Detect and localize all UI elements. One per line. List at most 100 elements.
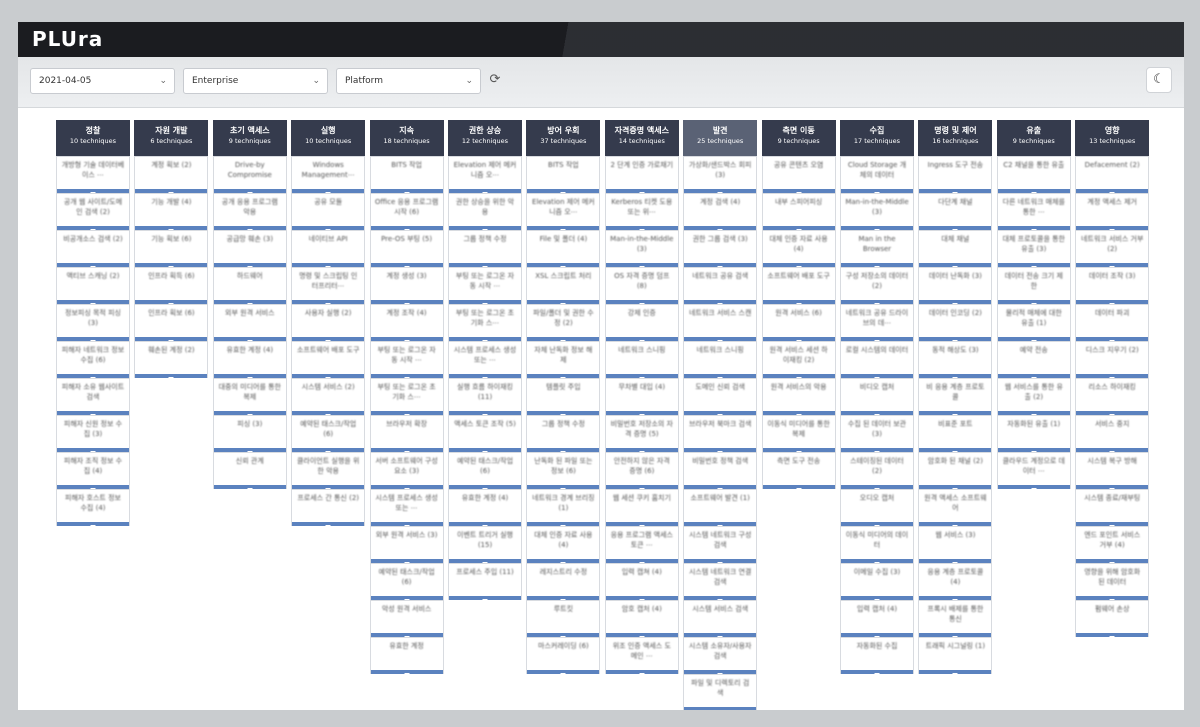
technique-cell[interactable]: 시스템 프로세스 생성 또는 ⋯ (448, 341, 522, 378)
technique-cell[interactable]: 액티브 스캐닝 (2) (56, 267, 130, 304)
technique-cell[interactable]: 비디오 캡처 (840, 378, 914, 415)
platform-select[interactable]: Platform ⌄ (336, 68, 481, 94)
technique-cell[interactable]: 암호화 된 채널 (2) (918, 452, 993, 489)
technique-cell[interactable]: 이동식 미디어의 데이터 (840, 526, 914, 563)
technique-cell[interactable]: 부팅 또는 로그온 자동 시작 ⋯ (448, 267, 522, 304)
technique-cell[interactable]: 원격 서비스 세션 하이재킹 (2) (761, 341, 836, 378)
technique-cell[interactable]: 로컬 시스템의 데이터 (840, 341, 914, 378)
technique-cell[interactable]: 피해자 호스트 정보 수집 (4) (56, 489, 130, 526)
technique-cell[interactable]: 실행 흐름 하이재킹 (11) (448, 378, 522, 415)
technique-cell[interactable]: 웹 세션 쿠키 훔치기 (604, 489, 679, 526)
technique-cell[interactable]: C2 채널을 통한 유출 (996, 156, 1071, 193)
technique-cell[interactable]: 자동화된 유출 (1) (996, 415, 1071, 452)
technique-cell[interactable]: 리소스 하이재킹 (1075, 378, 1150, 415)
technique-cell[interactable]: 2 단계 인증 가로채기 (604, 156, 679, 193)
technique-cell[interactable]: 물리적 매체에 대한 유출 (1) (996, 304, 1071, 341)
technique-cell[interactable]: 네트워크 서비스 거부 (2) (1075, 230, 1150, 267)
technique-cell[interactable]: 파일 및 디렉토리 검색 (683, 674, 758, 710)
technique-cell[interactable]: 웹 서비스 (3) (918, 526, 993, 563)
date-select[interactable]: 2021-04-05 ⌄ (30, 68, 175, 94)
technique-cell[interactable]: 클라우드 계정으로 데이터 ⋯ (996, 452, 1071, 489)
refresh-icon[interactable]: ⟳ (485, 70, 505, 90)
technique-cell[interactable]: 데이터 파괴 (1075, 304, 1150, 341)
technique-cell[interactable]: Office 응용 프로그램 시작 (6) (369, 193, 444, 230)
technique-cell[interactable]: 도메인 신뢰 검색 (683, 378, 758, 415)
technique-cell[interactable]: 비밀번호 정책 검색 (683, 452, 758, 489)
technique-cell[interactable]: 엔드 포인트 서비스 거부 (4) (1075, 526, 1150, 563)
technique-cell[interactable]: 프로세스 주입 (11) (448, 563, 522, 600)
technique-cell[interactable]: 네트워크 스니핑 (604, 341, 679, 378)
technique-cell[interactable]: 인프라 획보 (6) (134, 304, 209, 341)
technique-cell[interactable]: 액세스 토큰 조작 (5) (448, 415, 522, 452)
technique-cell[interactable]: 네이티브 API (291, 230, 366, 267)
technique-cell[interactable]: 루트킷 (526, 600, 601, 637)
technique-cell[interactable]: 수집 된 데이터 보관 (3) (840, 415, 914, 452)
tactic-header[interactable]: 초기 액세스 9 techniques (212, 120, 287, 156)
technique-cell[interactable]: XSL 스크립트 처리 (526, 267, 601, 304)
technique-cell[interactable]: 데이터 난독화 (3) (918, 267, 993, 304)
technique-cell[interactable]: 인프라 획득 (6) (134, 267, 209, 304)
tactic-header[interactable]: 지속 18 techniques (369, 120, 444, 156)
technique-cell[interactable]: 피싱 (3) (212, 415, 287, 452)
technique-cell[interactable]: 피해자 조직 정보 수집 (4) (56, 452, 130, 489)
technique-cell[interactable]: 대체 프로토콜을 통한 유출 (3) (996, 230, 1071, 267)
technique-cell[interactable]: Man-in-the-Middle (3) (604, 230, 679, 267)
technique-cell[interactable]: 원격 서비스 (6) (761, 304, 836, 341)
technique-cell[interactable]: 브라우저 확장 (369, 415, 444, 452)
technique-cell[interactable]: 소프트웨어 배포 도구 (761, 267, 836, 304)
tactic-header[interactable]: 측면 이동 9 techniques (761, 120, 836, 156)
technique-cell[interactable]: 명령 및 스크립팅 인터프리터⋯ (291, 267, 366, 304)
technique-cell[interactable]: Ingress 도구 전송 (918, 156, 993, 193)
technique-cell[interactable]: 대체 인증 자료 사용 (4) (761, 230, 836, 267)
technique-cell[interactable]: 암호 캡처 (4) (604, 600, 679, 637)
technique-cell[interactable]: 정보피싱 목적 피싱 (3) (56, 304, 130, 341)
technique-cell[interactable]: 부팅 또는 로그온 자동 시작 ⋯ (369, 341, 444, 378)
technique-cell[interactable]: 난독화 된 파일 또는 정보 (6) (526, 452, 601, 489)
technique-cell[interactable]: 영향을 위해 암호화 된 데이터 (1075, 563, 1150, 600)
technique-cell[interactable]: Defacement (2) (1075, 156, 1150, 193)
technique-cell[interactable]: 권한 그룹 검색 (3) (683, 230, 758, 267)
technique-cell[interactable]: 피해자 신원 정보 수집 (3) (56, 415, 130, 452)
technique-cell[interactable]: 대체 인증 자료 사용 (4) (526, 526, 601, 563)
technique-cell[interactable]: 유효한 계정 (4) (212, 341, 287, 378)
technique-cell[interactable]: 개방형 기술 데이터베이스 ⋯ (56, 156, 130, 193)
technique-cell[interactable]: 예약된 태스크/작업 (6) (291, 415, 366, 452)
technique-cell[interactable]: 신뢰 관계 (212, 452, 287, 489)
technique-cell[interactable]: 그룹 정책 수정 (526, 415, 601, 452)
technique-cell[interactable]: 웹 서비스를 통한 유출 (2) (996, 378, 1071, 415)
technique-cell[interactable]: 피해자 소유 웹사이트 검색 (56, 378, 130, 415)
technique-cell[interactable]: 이벤트 트리거 실행 (15) (448, 526, 522, 563)
technique-cell[interactable]: 시스템 서비스 검색 (683, 600, 758, 637)
technique-cell[interactable]: 서버 소프트웨어 구성요소 (3) (369, 452, 444, 489)
tactic-header[interactable]: 정찰 10 techniques (56, 120, 130, 156)
technique-cell[interactable]: Pre-OS 부팅 (5) (369, 230, 444, 267)
technique-cell[interactable]: 클라이언트 실행을 위한 악용 (291, 452, 366, 489)
technique-cell[interactable]: 응용 계층 프로토콜 (4) (918, 563, 993, 600)
tactic-header[interactable]: 자격증명 액세스 14 techniques (604, 120, 679, 156)
technique-cell[interactable]: 유효한 계정 (369, 637, 444, 674)
technique-cell[interactable]: OS 자격 증명 덤프 (8) (604, 267, 679, 304)
technique-cell[interactable]: 사용자 실행 (2) (291, 304, 366, 341)
technique-cell[interactable]: 공유 콘텐츠 오염 (761, 156, 836, 193)
technique-cell[interactable]: 소프트웨어 배포 도구 (291, 341, 366, 378)
technique-cell[interactable]: 외부 원격 서비스 (212, 304, 287, 341)
tactic-header[interactable]: 수집 17 techniques (840, 120, 914, 156)
tactic-header[interactable]: 발견 25 techniques (683, 120, 758, 156)
technique-cell[interactable]: 다른 네트워크 매체를 통한 ⋯ (996, 193, 1071, 230)
technique-cell[interactable]: 권한 상승을 위한 악용 (448, 193, 522, 230)
technique-cell[interactable]: 무차별 대입 (4) (604, 378, 679, 415)
technique-cell[interactable]: BITS 작업 (369, 156, 444, 193)
technique-cell[interactable]: 대체 채널 (918, 230, 993, 267)
technique-cell[interactable]: 측면 도구 전송 (761, 452, 836, 489)
technique-cell[interactable]: 입력 캡처 (4) (840, 600, 914, 637)
technique-cell[interactable]: 강제 인증 (604, 304, 679, 341)
technique-cell[interactable]: 원격 액세스 소프트웨어 (918, 489, 993, 526)
technique-cell[interactable]: 네트워크 공유 검색 (683, 267, 758, 304)
tactic-header[interactable]: 명령 및 제어 16 techniques (918, 120, 993, 156)
technique-cell[interactable]: 자체 난독화 정보 해제 (526, 341, 601, 378)
technique-cell[interactable]: Elevation 제어 메커니즘 오⋯ (526, 193, 601, 230)
technique-cell[interactable]: 펌웨어 손상 (1075, 600, 1150, 637)
technique-cell[interactable]: 공개 웹 사이트/도메인 검색 (2) (56, 193, 130, 230)
technique-cell[interactable]: 네트워크 공유 드라이브의 데⋯ (840, 304, 914, 341)
technique-cell[interactable]: 레지스트리 수정 (526, 563, 601, 600)
